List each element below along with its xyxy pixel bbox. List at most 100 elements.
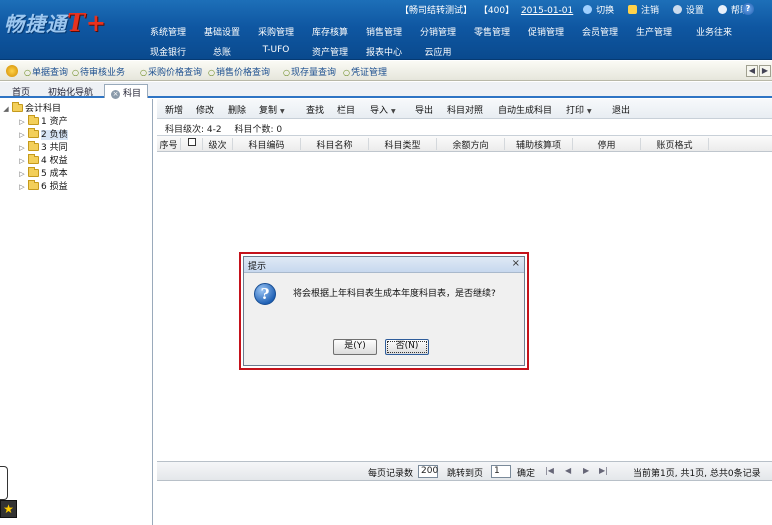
menu-business[interactable]: 业务往来 [686, 25, 742, 38]
folder-icon [12, 102, 23, 112]
prev-page-icon[interactable]: ◀ [565, 466, 571, 475]
folder-icon [28, 167, 39, 177]
tree-node[interactable]: ▷ 2 负债 [18, 127, 68, 140]
logout-button[interactable]: 注销 [628, 5, 663, 16]
quick-sales-price[interactable]: 销售价格查询 [208, 65, 270, 78]
col-aux[interactable]: 辅助核算项 [505, 138, 573, 151]
col-page-format[interactable]: 账页格式 [641, 138, 709, 151]
grid-header: 序号 级次 科目编码 科目名称 科目类型 余额方向 辅助核算项 停用 账页格式 [157, 136, 772, 152]
col-code[interactable]: 科目编码 [233, 138, 301, 151]
menu-sales[interactable]: 销售管理 [356, 25, 412, 38]
menu-reports[interactable]: 报表中心 [356, 45, 412, 58]
quick-voucher-manage[interactable]: 凭证管理 [343, 65, 387, 78]
account-count: 科目个数: 0 [234, 125, 283, 135]
folder-icon [28, 115, 39, 125]
close-tab-icon[interactable]: × [111, 90, 120, 99]
select-all-checkbox[interactable] [187, 138, 196, 146]
tree-node[interactable]: ▷ 3 共同 [18, 140, 68, 153]
expand-icon[interactable]: ▷ [18, 144, 26, 152]
first-page-icon[interactable]: |◀ [545, 466, 554, 475]
find-button[interactable]: 查找 [306, 103, 324, 116]
col-name[interactable]: 科目名称 [301, 138, 369, 151]
login-date[interactable]: 2015-01-01 [521, 6, 573, 16]
expand-icon[interactable]: ▷ [18, 170, 26, 178]
menu-tufo[interactable]: T-UFO [248, 45, 304, 55]
confirm-button[interactable]: 确定 [517, 466, 535, 479]
menu-member[interactable]: 会员管理 [572, 25, 628, 38]
delete-button[interactable]: 删除 [228, 103, 246, 116]
edit-button[interactable]: 修改 [196, 103, 214, 116]
quick-pending-audit[interactable]: 待审核业务 [72, 65, 125, 78]
expand-icon[interactable]: ▷ [18, 157, 26, 165]
top-header: 畅捷通T+ 【畅司结转测试】 【400】 2015-01-01 切换 注销 设置… [0, 0, 772, 60]
menu-retail[interactable]: 零售管理 [464, 25, 520, 38]
menu-distribution[interactable]: 分销管理 [410, 25, 466, 38]
folder-icon [28, 141, 39, 151]
jump-page-input[interactable]: 1 [491, 465, 511, 478]
col-select[interactable] [181, 138, 203, 150]
last-page-icon[interactable]: ▶| [599, 466, 608, 475]
no-button[interactable]: 否(N) [385, 339, 429, 355]
tree-node[interactable]: ▷ 1 资产 [18, 114, 68, 127]
menu-inventory[interactable]: 库存核算 [302, 25, 358, 38]
copy-button[interactable]: 复制 ▼ [259, 103, 285, 116]
quick-stock-query[interactable]: 现存量查询 [283, 65, 336, 78]
menu-cash-bank[interactable]: 现金银行 [140, 45, 196, 58]
tab-home[interactable]: 首页 [6, 84, 36, 98]
col-balance-dir[interactable]: 余额方向 [437, 138, 505, 151]
export-button[interactable]: 导出 [415, 103, 433, 116]
col-disabled[interactable]: 停用 [573, 138, 641, 151]
settings-button[interactable]: 设置 [672, 5, 708, 16]
collapse-icon[interactable]: ◢ [2, 105, 10, 113]
switch-button[interactable]: 切换 [583, 5, 618, 16]
per-page-label: 每页记录数 [368, 469, 414, 479]
col-level[interactable]: 级次 [203, 138, 233, 151]
scroll-right-icon[interactable]: ▶ [759, 65, 771, 77]
toolbar: 新增 修改 删除 复制 ▼ 查找 栏目 导入 ▼ 导出 科目对照 自动生成科目 打印… [157, 99, 772, 119]
tree-node[interactable]: ▷ 5 成本 [18, 166, 68, 179]
tree-node[interactable]: ▷ 6 损益 [18, 179, 68, 192]
account-tree: ◢ 会计科目 ▷ 1 资产 ▷ 2 负债 ▷ 3 共同 ▷ 4 权益 ▷ 5 成本 ▷ 6 损… [0, 99, 153, 525]
tab-bar: 首页 初始化导航 × 科目 [0, 82, 772, 99]
close-icon[interactable]: × [512, 258, 520, 269]
auto-generate-button[interactable]: 自动生成科目 [498, 103, 552, 116]
next-page-icon[interactable]: ▶ [583, 466, 589, 475]
scroll-left-icon[interactable]: ◀ [746, 65, 758, 77]
print-button[interactable]: 打印 ▼ [566, 103, 592, 116]
columns-button[interactable]: 栏目 [337, 103, 355, 116]
menu-system[interactable]: 系统管理 [140, 25, 196, 38]
col-seq[interactable]: 序号 [157, 138, 181, 151]
tree-root[interactable]: ◢ 会计科目 [2, 101, 61, 114]
menu-general-ledger[interactable]: 总账 [194, 45, 250, 58]
col-type[interactable]: 科目类型 [369, 138, 437, 151]
quick-voucher-query[interactable]: 单据查询 [24, 65, 68, 78]
favorites-handle[interactable] [0, 466, 8, 500]
menu-assets[interactable]: 资产管理 [302, 45, 358, 58]
dialog-titlebar[interactable]: 提示 × [244, 257, 524, 273]
account-levels: 科目级次: 4-2 [165, 125, 222, 135]
yes-button[interactable]: 是(Y) [333, 339, 377, 355]
tab-init-nav[interactable]: 初始化导航 [42, 84, 99, 98]
menu-cloud[interactable]: 云应用 [410, 45, 466, 58]
tree-node[interactable]: ▷ 4 权益 [18, 153, 68, 166]
quick-purchase-price[interactable]: 采购价格查询 [140, 65, 202, 78]
folder-icon [28, 154, 39, 164]
menu-purchase[interactable]: 采购管理 [248, 25, 304, 38]
help-circle-icon[interactable]: ? [742, 3, 754, 15]
tab-accounts[interactable]: × 科目 [104, 84, 149, 99]
account-name: 【畅司结转测试】 [400, 6, 473, 16]
menu-promotion[interactable]: 促销管理 [518, 25, 574, 38]
add-button[interactable]: 新增 [165, 103, 183, 116]
expand-icon[interactable]: ▷ [18, 118, 26, 126]
favorites-star-icon[interactable]: ★ [0, 500, 17, 518]
expand-icon[interactable]: ▷ [18, 131, 26, 139]
expand-icon[interactable]: ▷ [18, 183, 26, 191]
exit-button[interactable]: 退出 [612, 103, 630, 116]
per-page-input[interactable]: 200 [418, 465, 438, 478]
menu-basic-settings[interactable]: 基础设置 [194, 25, 250, 38]
pager-status: 当前第1页, 共1页, 总共0条记录 [633, 469, 761, 479]
import-button[interactable]: 导入 ▼ [370, 103, 396, 116]
account-mapping-button[interactable]: 科目对照 [447, 103, 483, 116]
menu-production[interactable]: 生产管理 [626, 25, 682, 38]
logo: 畅捷通T+ [4, 8, 107, 37]
